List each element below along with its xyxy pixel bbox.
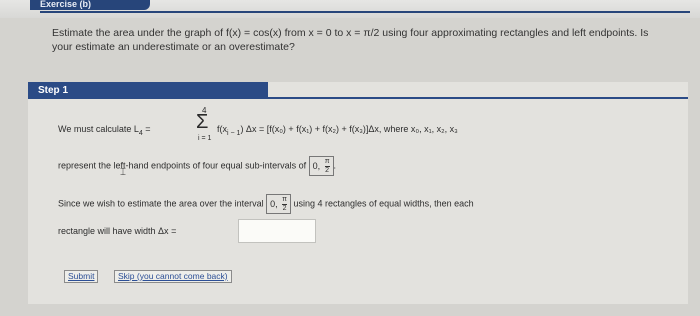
calc-line-prefix: We must calculate L4 =: [58, 124, 151, 137]
interval-bracket-2: 0, π2: [266, 194, 291, 214]
step-panel: Step 1 We must calculate L4 = 4 Σ i = 1 …: [28, 82, 688, 304]
skip-button[interactable]: Skip (you cannot come back): [114, 270, 232, 283]
delta-x-input[interactable]: [238, 219, 316, 243]
question-text: Estimate the area under the graph of f(x…: [52, 27, 649, 53]
interval-bracket: 0, π2: [308, 156, 334, 176]
step-title: Step 1: [28, 82, 268, 99]
exercise-header: Exercise (b): [0, 0, 700, 18]
text-cursor-icon: ⌶: [120, 167, 126, 178]
exercise-tab: Exercise (b): [30, 0, 150, 10]
step-divider: [268, 97, 688, 99]
endpoints-line: represent the left-hand endpoints of fou…: [58, 156, 337, 176]
summation-symbol: 4 Σ i = 1: [196, 106, 212, 142]
header-divider: [40, 11, 690, 13]
submit-button[interactable]: Submit: [64, 270, 99, 283]
calc-line-expression: f(xi − 1) Δx = [f(x₀) + f(x₁) + f(x₂) + …: [217, 124, 458, 137]
width-label: rectangle will have width Δx =: [58, 226, 177, 236]
interval-line: Since we wish to estimate the area over …: [58, 194, 474, 214]
